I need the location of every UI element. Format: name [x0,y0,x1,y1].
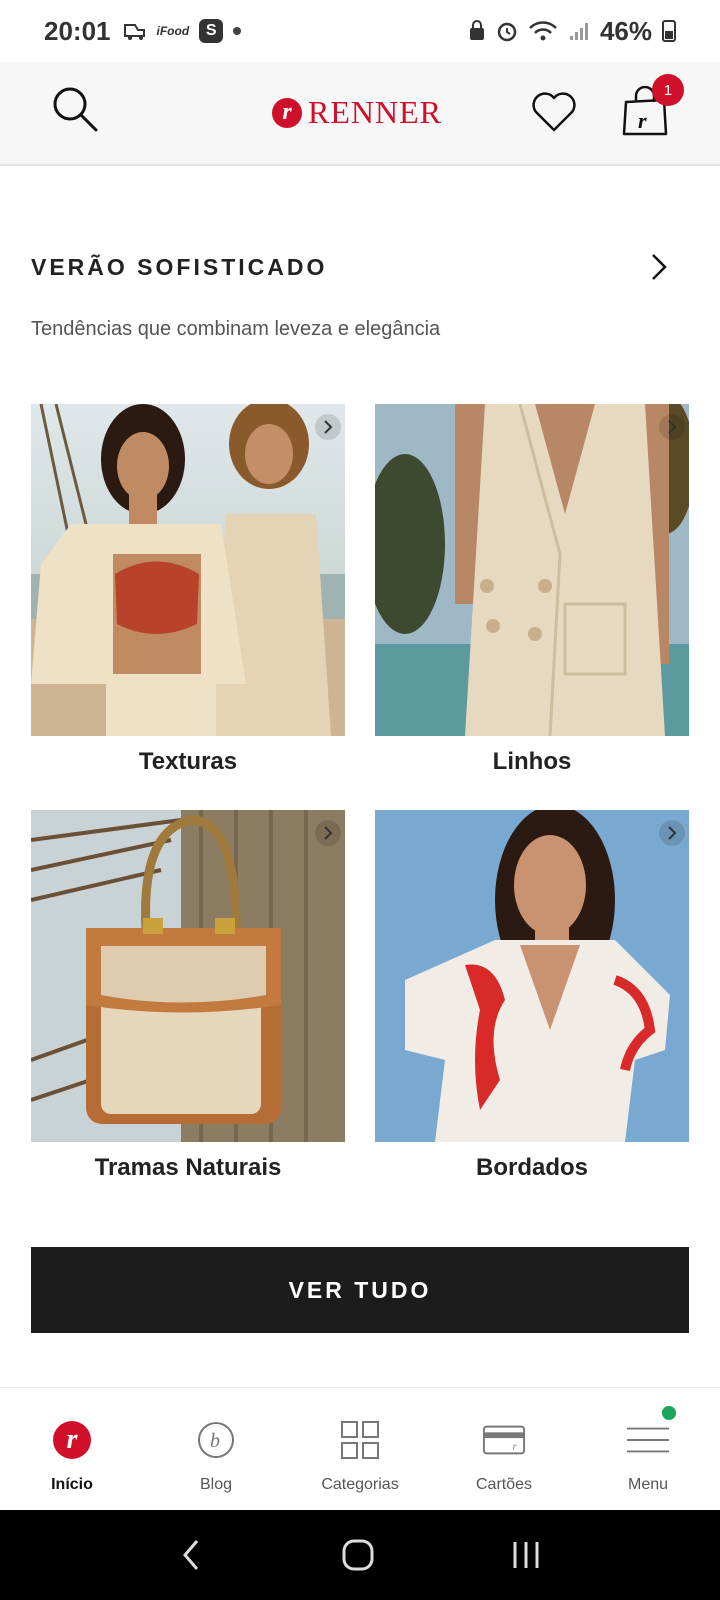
alarm-icon [497,22,517,42]
system-icons: 46% [468,16,676,47]
svg-text:r: r [513,1442,518,1453]
ifood-icon: iFood [156,24,190,38]
nav-label: Categorias [321,1476,399,1493]
see-all-button[interactable]: VER TUDO [31,1247,689,1333]
hamburger-icon [626,1418,670,1462]
back-icon[interactable] [177,1537,207,1573]
nav-item-categorias[interactable]: Categorias [288,1388,432,1510]
card-image [31,404,345,736]
renner-logo-mark: r [272,97,302,128]
section-header[interactable]: VERÃO SOFISTICADO [31,252,671,282]
card-image [375,404,689,736]
wifi-icon [529,21,557,41]
nav-label: Início [51,1476,93,1493]
chevron-right-icon [315,414,341,440]
nav-item-blog[interactable]: b Blog [144,1388,288,1510]
signal-icon [569,23,588,40]
chevron-right-icon [659,414,685,440]
section-title: VERÃO SOFISTICADO [31,253,328,280]
renner-logo-mark: r [53,1421,91,1459]
blog-icon: b [194,1418,238,1462]
system-navigation-bar [0,1510,720,1600]
battery-percent: 46% [599,15,652,46]
recent-apps-icon[interactable] [509,1538,543,1572]
card-label: Tramas Naturais [94,1154,282,1181]
battery-icon [662,20,676,42]
lock-icon [469,20,484,40]
chevron-right-icon[interactable] [647,252,671,282]
nav-item-menu[interactable]: Menu [576,1388,720,1510]
bottom-navigation: r Início b Blog Categorias r Cartões Men… [0,1387,720,1510]
renner-logo-icon: r [50,1418,94,1462]
nav-label: Cartões [475,1476,533,1493]
cart-count-badge: 1 [652,74,684,106]
brand-name: RENNER [308,94,442,130]
category-card-tramas-naturais[interactable]: Tramas Naturais [31,810,345,1182]
more-notifications-dot [233,27,242,35]
home-icon[interactable] [340,1537,376,1573]
section-subtitle: Tendências que combinam leveza e elegânc… [31,318,441,340]
status-bar: 20:01 iFood S 46% [0,0,720,62]
search-icon[interactable] [48,82,102,136]
nav-label: Menu [627,1476,669,1493]
card-label: Texturas [138,748,238,775]
notification-icons: iFood S [123,19,242,43]
svg-text:b: b [210,1430,220,1452]
chevron-right-icon [659,820,685,846]
card-label: Bordados [475,1154,588,1181]
nav-item-inicio[interactable]: r Início [0,1388,144,1510]
category-card-bordados[interactable]: Bordados [375,810,689,1182]
s-app-icon: S [199,19,224,43]
delivery-icon [123,24,145,40]
nav-label: Blog [199,1476,233,1493]
card-image [375,810,689,1142]
chevron-right-icon [315,820,341,846]
card-image [31,810,345,1142]
card-label: Linhos [492,748,572,775]
nav-item-cartoes[interactable]: r Cartões [432,1388,576,1510]
category-card-texturas[interactable]: Texturas [31,404,345,776]
svg-text:r: r [638,108,647,133]
heart-icon[interactable] [530,90,578,134]
status-time: 20:01 [44,15,111,46]
card-icon: r [482,1418,526,1462]
app-header: r RENNER r 1 [0,62,720,166]
renner-logo[interactable]: r RENNER [272,94,442,131]
grid-icon [338,1418,382,1462]
category-card-linhos[interactable]: Linhos [375,404,689,776]
notification-dot [662,1406,676,1420]
